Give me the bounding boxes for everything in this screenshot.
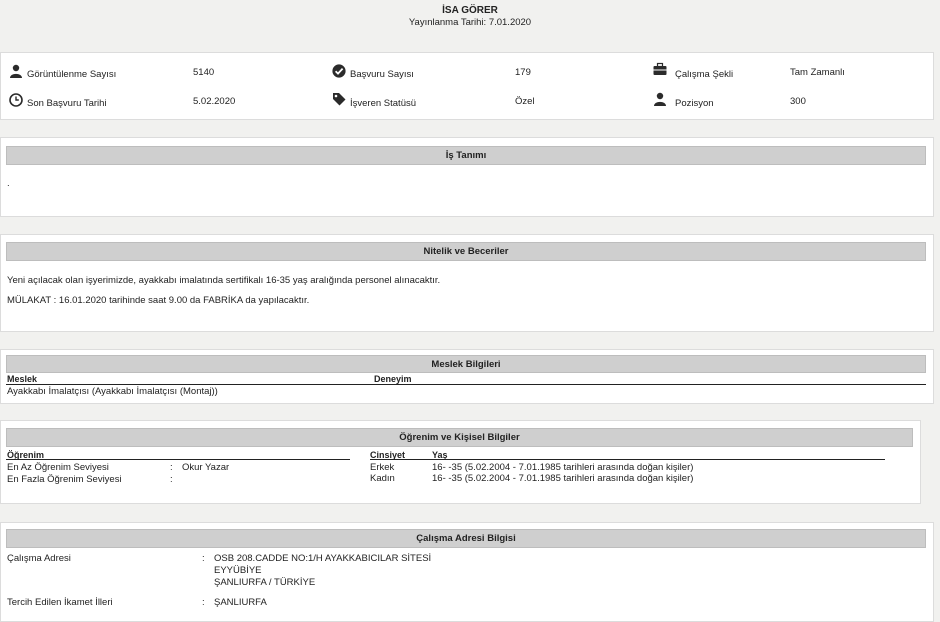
min-education-label: En Az Öğrenim Seviyesi — [7, 462, 109, 473]
work-type-value: Tam Zamanlı — [790, 67, 845, 78]
tag-icon — [332, 92, 346, 106]
min-education-value: Okur Yazar — [182, 462, 230, 473]
address-line-3: ŞANLIURFA / TÜRKİYE — [214, 577, 316, 588]
profession-value: Ayakkabı İmalatçısı (Ayakkabı İmalatçısı… — [7, 386, 218, 397]
clock-icon — [9, 93, 23, 107]
address-label: Çalışma Adresi — [7, 553, 71, 564]
min-education-colon: : — [170, 462, 173, 473]
page-header: İSA GÖRER Yayınlanma Tarihi: 7.01.2020 — [0, 0, 940, 36]
education-title: Öğrenim ve Kişisel Bilgiler — [6, 428, 913, 447]
deadline-value: 5.02.2020 — [193, 96, 236, 107]
age-row-1: 16- -35 (5.02.2004 - 7.01.1985 tarihleri… — [432, 462, 694, 473]
employer-value: Özel — [515, 96, 535, 107]
qualifications-line-1: Yeni açılacak olan işyerimizde, ayakkabı… — [7, 275, 441, 286]
publish-date: Yayınlanma Tarihi: 7.01.2020 — [408, 17, 532, 28]
check-circle-icon — [332, 64, 346, 78]
user-icon — [653, 92, 667, 106]
position-label: Pozisyon — [675, 98, 714, 109]
stats-panel — [0, 52, 934, 120]
briefcase-icon — [653, 62, 667, 76]
gender-row-1: Erkek — [370, 462, 395, 473]
qualifications-line-2: MÜLAKAT : 16.01.2020 tarihinde saat 9.00… — [7, 295, 310, 306]
personal-header-rule — [370, 459, 885, 460]
residence-colon: : — [202, 597, 205, 608]
experience-column-header: Deneyim — [374, 374, 412, 384]
work-type-label: Çalışma Şekli — [675, 69, 734, 80]
views-value: 5140 — [193, 67, 215, 78]
address-line-1: OSB 208.CADDE NO:1/H AYAKKABICILAR SİTES… — [214, 553, 432, 564]
job-description-title: İş Tanımı — [6, 146, 926, 165]
age-row-2: 16- -35 (5.02.2004 - 7.01.1985 tarihleri… — [432, 473, 694, 484]
address-line-2: EYYÜBİYE — [214, 565, 262, 576]
max-education-colon: : — [170, 474, 173, 485]
max-education-label: En Fazla Öğrenim Seviyesi — [7, 474, 122, 485]
education-header-rule — [6, 459, 350, 460]
job-description-text: . — [7, 178, 10, 189]
applications-label: Başvuru Sayısı — [350, 69, 414, 80]
qualifications-title: Nitelik ve Beceriler — [6, 242, 926, 261]
profession-title: Meslek Bilgileri — [6, 355, 926, 373]
residence-label: Tercih Edilen İkamet İlleri — [7, 597, 113, 608]
profession-header-rule — [6, 384, 926, 385]
employer-name: İSA GÖRER — [442, 5, 498, 16]
views-label: Görüntülenme Sayısı — [27, 69, 117, 80]
address-colon: : — [202, 553, 205, 564]
applications-value: 179 — [515, 67, 531, 78]
residence-value: ŞANLIURFA — [214, 597, 267, 608]
profession-column-header: Meslek — [7, 374, 38, 384]
employer-label: İşveren Statüsü — [350, 98, 417, 109]
gender-row-2: Kadın — [370, 473, 395, 484]
position-value: 300 — [790, 96, 806, 107]
address-title: Çalışma Adresi Bilgisi — [6, 529, 926, 548]
user-icon — [9, 64, 23, 78]
deadline-label: Son Başvuru Tarihi — [27, 98, 107, 109]
